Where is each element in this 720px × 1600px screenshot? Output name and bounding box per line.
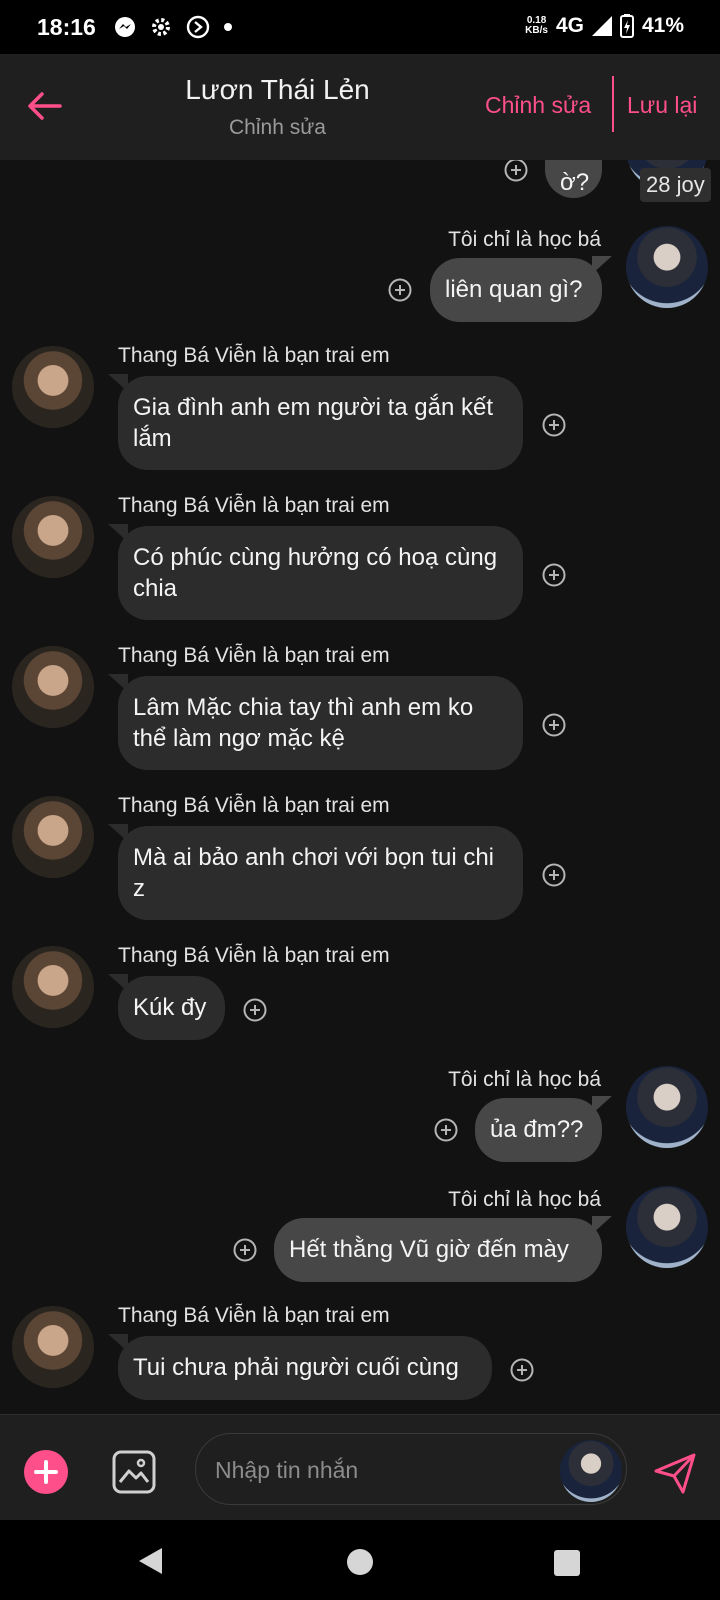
avatar[interactable]	[12, 346, 94, 428]
screen-cast-icon	[186, 15, 210, 39]
message-text: ờ?	[560, 169, 590, 196]
add-reaction-icon[interactable]	[504, 160, 528, 182]
sender-name: Thang Bá Viễn là bạn trai em	[118, 494, 390, 517]
avatar[interactable]	[12, 796, 94, 878]
gear-icon	[152, 18, 170, 36]
message-bubble[interactable]: Hết thằng Vũ giờ đến mày	[274, 1218, 602, 1282]
message-text: Hết thằng Vũ giờ đến mày	[289, 1236, 569, 1263]
chat-header: Lươn Thái Lẻn Chỉnh sửa Chỉnh sửa Lưu lạ…	[0, 54, 720, 160]
message-list[interactable]: ờ? 28 joy Tôi chỉ là học bá liên quan gì…	[0, 160, 720, 1414]
sender-name: Thang Bá Viễn là bạn trai em	[118, 644, 390, 667]
bubble-tail	[108, 524, 128, 542]
bubble-tail	[108, 974, 128, 992]
composer-bar: Nhập tin nhắn	[0, 1414, 720, 1521]
add-reaction-icon[interactable]	[434, 1118, 458, 1142]
bubble-tail	[108, 674, 128, 692]
status-right: 0.18 KB/s 4G 41%	[525, 14, 684, 38]
add-reaction-icon[interactable]	[542, 713, 566, 737]
sender-name: Thang Bá Viễn là bạn trai em	[118, 344, 390, 367]
message-text: Mà ai bảo anh chơi với bọn tui chi z	[133, 844, 495, 902]
bubble-tail	[108, 1334, 128, 1352]
message-text: liên quan gì?	[445, 276, 583, 303]
add-reaction-icon[interactable]	[388, 278, 412, 302]
avatar[interactable]	[12, 946, 94, 1028]
battery-percent: 41%	[641, 14, 684, 37]
sender-name: Thang Bá Viễn là bạn trai em	[118, 794, 390, 817]
message-text: Gia đình anh em người ta gắn kết lắm	[133, 394, 494, 452]
add-reaction-icon[interactable]	[542, 863, 566, 887]
avatar[interactable]	[626, 1186, 708, 1268]
network-speed-unit: KB/s	[525, 25, 548, 36]
message-text: Kúk đy	[133, 994, 207, 1021]
signal-icon	[591, 16, 612, 36]
add-reaction-icon[interactable]	[233, 1238, 257, 1262]
message-text: Có phúc cùng hưởng có hoạ cùng chia	[133, 544, 498, 602]
edit-button[interactable]: Chỉnh sửa	[485, 92, 591, 119]
sender-name: Tôi chỉ là học bá	[448, 1188, 601, 1211]
sender-name: Thang Bá Viễn là bạn trai em	[118, 944, 390, 967]
status-bar: 18:16 0.18 KB/s 4G 41%	[0, 0, 720, 54]
system-nav-bar	[0, 1520, 720, 1600]
add-attachment-button[interactable]	[24, 1450, 68, 1494]
message-bubble[interactable]: liên quan gì?	[430, 258, 602, 322]
partial-badge: 28 joy	[640, 168, 711, 202]
battery-charging-icon	[619, 14, 634, 38]
plus-icon	[34, 1460, 58, 1484]
network-speed: 0.18 KB/s	[525, 16, 548, 36]
conversation-title: Lươn Thái Lẻn	[185, 74, 370, 105]
messenger-icon	[115, 17, 135, 37]
dot-icon	[224, 23, 232, 31]
recents-nav-icon[interactable]	[553, 1549, 581, 1577]
message-bubble[interactable]: Lâm Mặc chia tay thì anh em ko thể làm n…	[118, 676, 523, 770]
home-nav-icon[interactable]	[346, 1548, 374, 1576]
message-bubble[interactable]: Mà ai bảo anh chơi với bọn tui chi z	[118, 826, 523, 920]
bubble-tail	[592, 256, 612, 274]
message-text: Tui chưa phải người cuối cùng	[133, 1354, 459, 1381]
bubble-tail	[108, 374, 128, 392]
conversation-subtitle: Chỉnh sửa	[229, 116, 326, 139]
back-nav-icon[interactable]	[136, 1546, 164, 1576]
message-bubble[interactable]: Tui chưa phải người cuối cùng	[118, 1336, 492, 1400]
add-reaction-icon[interactable]	[243, 998, 267, 1022]
sender-avatar-toggle[interactable]	[560, 1440, 622, 1502]
avatar[interactable]	[626, 226, 708, 308]
network-type: 4G	[555, 14, 584, 37]
message-input[interactable]: Nhập tin nhắn	[195, 1433, 627, 1505]
avatar[interactable]	[12, 646, 94, 728]
message-bubble[interactable]: ủa đm??	[475, 1098, 602, 1162]
send-icon[interactable]	[653, 1451, 697, 1495]
add-reaction-icon[interactable]	[510, 1358, 534, 1382]
status-time: 18:16	[37, 14, 96, 40]
message-bubble[interactable]: Gia đình anh em người ta gắn kết lắm	[118, 376, 523, 470]
sender-name: Tôi chỉ là học bá	[448, 1068, 601, 1091]
bubble-tail	[592, 1096, 612, 1114]
message-text: ủa đm??	[490, 1116, 584, 1143]
save-button[interactable]: Lưu lại	[627, 92, 697, 119]
message-input-placeholder: Nhập tin nhắn	[215, 1457, 359, 1483]
add-reaction-icon[interactable]	[542, 563, 566, 587]
status-notification-icons	[114, 14, 232, 40]
avatar[interactable]	[626, 1066, 708, 1148]
avatar[interactable]	[12, 1306, 94, 1388]
avatar[interactable]	[12, 496, 94, 578]
header-divider	[612, 76, 614, 132]
message-text: Lâm Mặc chia tay thì anh em ko thể làm n…	[133, 694, 474, 752]
message-bubble[interactable]: ờ?	[545, 160, 602, 198]
add-reaction-icon[interactable]	[542, 413, 566, 437]
message-bubble[interactable]: Kúk đy	[118, 976, 225, 1040]
bubble-tail	[108, 824, 128, 842]
sender-name: Thang Bá Viễn là bạn trai em	[118, 1304, 390, 1327]
image-icon[interactable]	[112, 1450, 156, 1494]
bubble-tail	[592, 1216, 612, 1234]
sender-name: Tôi chỉ là học bá	[448, 228, 601, 251]
message-bubble[interactable]: Có phúc cùng hưởng có hoạ cùng chia	[118, 526, 523, 620]
